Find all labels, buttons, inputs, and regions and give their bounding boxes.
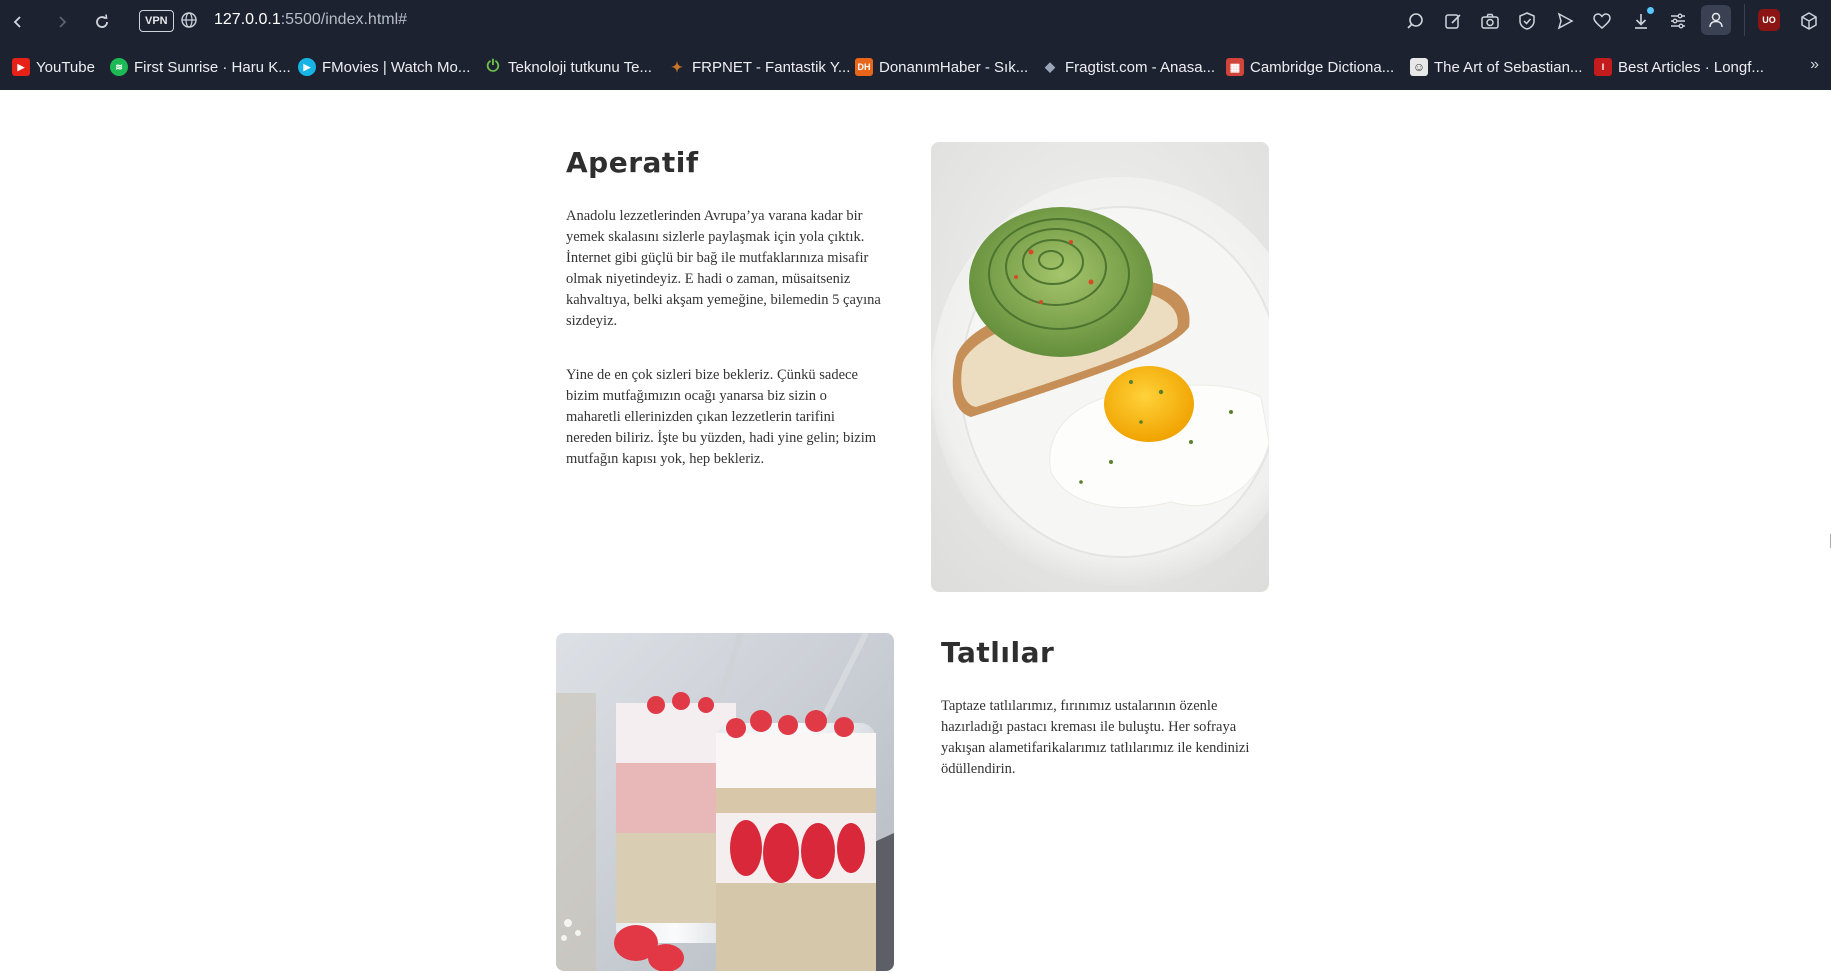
bookmark-art-of-sebastian[interactable]: ☺ The Art of Sebastian... — [1410, 56, 1582, 78]
youtube-icon: ▶ — [12, 58, 30, 76]
profile-icon[interactable] — [1701, 5, 1731, 35]
forward-icon[interactable] — [48, 8, 76, 36]
extensions-cube-icon[interactable] — [1796, 8, 1822, 34]
shield-icon[interactable] — [1514, 8, 1540, 34]
send-icon[interactable] — [1552, 8, 1578, 34]
power-icon: ⏻ — [486, 58, 500, 75]
bookmark-label: Fragtist.com - Anasa... — [1065, 58, 1216, 76]
bookmark-fmovies[interactable]: ▶ FMovies | Watch Mo... — [298, 56, 470, 78]
fmovies-icon: ▶ — [298, 58, 316, 76]
vpn-badge[interactable]: VPN — [139, 10, 174, 32]
bookmark-label: YouTube — [36, 58, 95, 76]
strawberry-parfait-image — [556, 633, 894, 971]
globe-icon — [180, 11, 198, 29]
avocado-toast-egg-image — [931, 142, 1269, 592]
sebastian-icon: ☺ — [1410, 58, 1428, 76]
bookmarks-overflow-icon[interactable]: » — [1810, 56, 1819, 74]
download-indicator — [1647, 7, 1654, 14]
heart-icon[interactable] — [1589, 8, 1615, 34]
browser-chrome: VPN 127.0.0.1:5500/index.html# UO ▶ YouT… — [0, 0, 1831, 90]
tatlilar-paragraph-1: Taptaze tatlılarımız, fırınımız ustaları… — [941, 698, 1250, 777]
spotify-icon: ≋ — [110, 58, 128, 76]
url-host: 127.0.0.1 — [214, 11, 281, 28]
bookmark-donanimhaber[interactable]: DH DonanımHaber - Sık... — [855, 56, 1028, 78]
download-icon[interactable] — [1628, 7, 1654, 34]
page-content: Aperatif Anadolu lezzetlerinden Avrupa’y… — [0, 90, 1831, 973]
bookmark-frpnet[interactable]: ✦ FRPNET - Fantastik Y... — [668, 56, 850, 78]
bookmark-label: The Art of Sebastian... — [1434, 58, 1583, 76]
easy-setup-icon[interactable] — [1665, 8, 1691, 34]
bookmarks-bar: ▶ YouTube ≋ First Sunrise · Haru K... ▶ FMo… — [0, 50, 1831, 84]
reload-icon[interactable] — [88, 8, 116, 36]
search-icon[interactable] — [1402, 8, 1428, 34]
bookmark-first-sunrise[interactable]: ≋ First Sunrise · Haru K... — [110, 56, 291, 78]
bookmark-label: FMovies | Watch Mo... — [322, 58, 471, 76]
camera-icon[interactable] — [1477, 8, 1503, 34]
bookmark-youtube[interactable]: ▶ YouTube — [12, 56, 95, 78]
bookmark-label: DonanımHaber - Sık... — [879, 58, 1029, 76]
aperatif-paragraph-1: Anadolu lezzetlerinden Avrupa’ya varana … — [566, 208, 881, 329]
frpnet-icon: ✦ — [671, 58, 683, 75]
address-bar[interactable]: 127.0.0.1:5500/index.html# — [214, 11, 407, 29]
bookmark-fragtist[interactable]: ◆ Fragtist.com - Anasa... — [1041, 56, 1215, 78]
bookmark-cambridge[interactable]: ▦ Cambridge Dictiona... — [1226, 56, 1394, 78]
aperatif-title: Aperatif — [566, 146, 699, 179]
donanimhaber-icon: DH — [855, 58, 873, 76]
fragtist-icon: ◆ — [1045, 59, 1055, 74]
url-path: :5500/index.html# — [280, 11, 408, 28]
toolbar-divider — [1744, 4, 1745, 36]
snapshot-edit-icon[interactable] — [1440, 8, 1466, 34]
back-icon[interactable] — [4, 8, 32, 36]
bookmark-teknoloji[interactable]: ⏻ Teknoloji tutkunu Te... — [484, 56, 652, 78]
bookmark-label: First Sunrise · Haru K... — [134, 58, 291, 76]
bookmark-label: Best Articles · Longf... — [1618, 58, 1764, 76]
tatlilar-title: Tatlılar — [941, 636, 1055, 669]
aperatif-paragraph-2: Yine de en çok sizleri bize bekleriz. Çü… — [566, 367, 877, 467]
longform-icon: Ɩ — [1594, 58, 1612, 76]
ublock-icon[interactable]: UO — [1758, 9, 1780, 31]
bookmark-label: Cambridge Dictiona... — [1250, 58, 1395, 76]
bookmark-best-articles[interactable]: Ɩ Best Articles · Longf... — [1594, 56, 1764, 78]
bookmark-label: FRPNET - Fantastik Y... — [692, 58, 851, 76]
cambridge-icon: ▦ — [1226, 58, 1244, 76]
bookmark-label: Teknoloji tutkunu Te... — [508, 58, 652, 76]
browser-toolbar: VPN 127.0.0.1:5500/index.html# UO — [0, 0, 1831, 44]
